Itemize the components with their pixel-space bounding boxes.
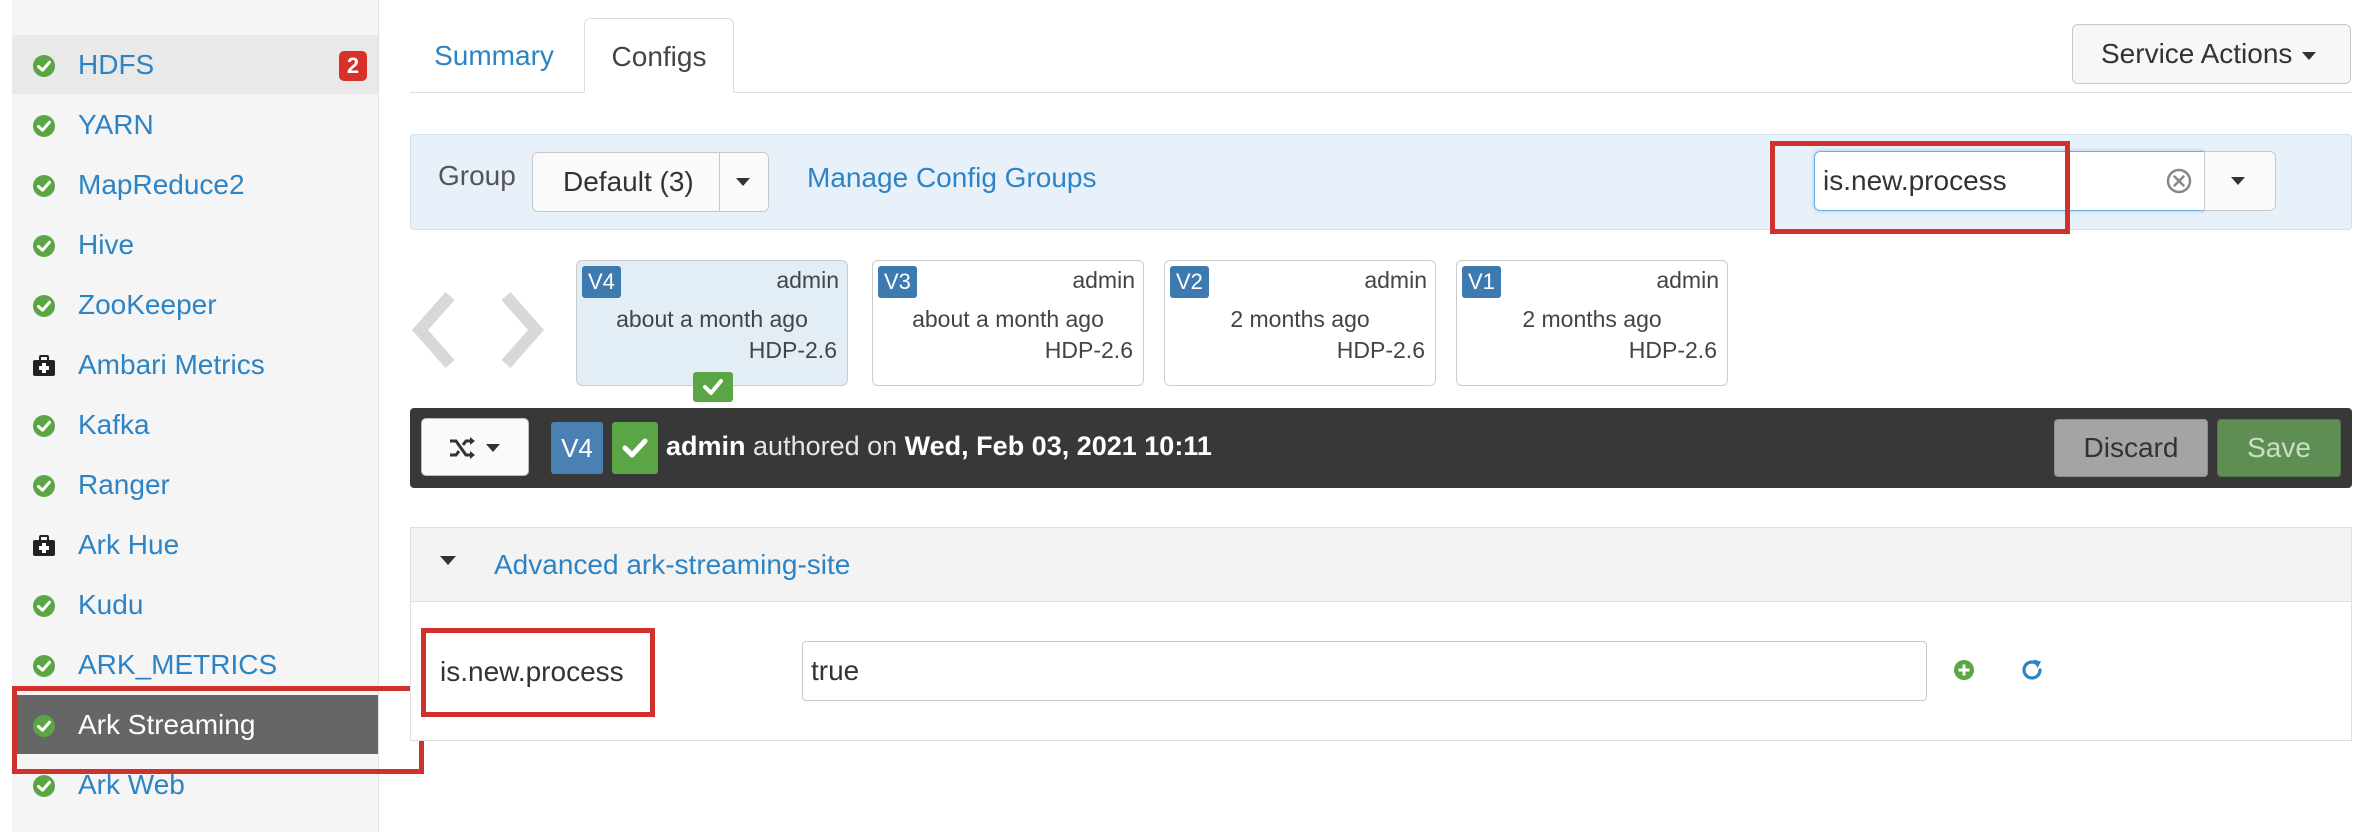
filter-dropdown-toggle[interactable]	[2204, 151, 2276, 211]
check-circle-icon	[33, 55, 55, 77]
chevron-right-icon[interactable]	[496, 290, 546, 370]
sidebar-item-hive[interactable]: Hive	[12, 215, 378, 274]
sidebar-item-label: Kafka	[78, 409, 150, 440]
chevron-down-icon	[2231, 177, 2245, 185]
version-stack: HDP-2.6	[1628, 337, 1717, 363]
chevron-down-icon	[486, 444, 500, 452]
sidebar-item-mapreduce2[interactable]: MapReduce2	[12, 155, 378, 214]
version-tag: V4	[582, 266, 621, 298]
discard-button[interactable]: Discard	[2054, 419, 2208, 477]
highlight-box-property	[421, 628, 655, 717]
version-author: admin	[1364, 267, 1427, 293]
version-tag: V3	[878, 266, 917, 298]
add-override-icon[interactable]	[1953, 659, 1975, 681]
alert-count-badge[interactable]: 2	[339, 51, 367, 81]
version-time: 2 months ago	[1522, 306, 1662, 332]
version-stack: HDP-2.6	[1336, 337, 1425, 363]
save-button[interactable]: Save	[2217, 419, 2341, 477]
check-circle-icon	[33, 595, 55, 617]
version-time: 2 months ago	[1230, 306, 1370, 332]
authored-date: Wed, Feb 03, 2021 10:11	[904, 431, 1212, 461]
check-circle-icon	[33, 295, 55, 317]
sidebar-item-zookeeper[interactable]: ZooKeeper	[12, 275, 378, 334]
version-card-v3[interactable]: V3 admin about a month ago HDP-2.6	[872, 260, 1144, 386]
medkit-icon	[33, 355, 55, 376]
group-dropdown-toggle[interactable]	[719, 152, 769, 212]
version-author: admin	[1072, 267, 1135, 293]
clear-search-icon[interactable]	[2166, 168, 2192, 194]
sidebar-item-label: Kudu	[78, 589, 144, 620]
sidebar-item-kafka[interactable]: Kafka	[12, 395, 378, 454]
sidebar-item-ranger[interactable]: Ranger	[12, 455, 378, 514]
check-circle-icon	[33, 775, 55, 797]
check-circle-icon	[33, 115, 55, 137]
authored-on-label: authored on	[753, 431, 898, 461]
service-actions-button[interactable]: Service Actions	[2072, 24, 2351, 84]
version-stack: HDP-2.6	[748, 337, 837, 363]
current-version-tag: V4	[551, 422, 603, 474]
version-author: admin	[776, 267, 839, 293]
current-version-check-icon	[693, 372, 733, 402]
check-icon	[612, 422, 658, 474]
sidebar-item-kudu[interactable]: Kudu	[12, 575, 378, 634]
compare-versions-button[interactable]	[421, 418, 529, 476]
sidebar-item-label: MapReduce2	[78, 169, 245, 200]
version-time: about a month ago	[912, 306, 1104, 332]
check-circle-icon	[33, 175, 55, 197]
highlight-box-search	[1770, 141, 2070, 234]
sidebar-item-label: YARN	[78, 109, 154, 140]
chevron-left-icon[interactable]	[410, 290, 460, 370]
sidebar-item-yarn[interactable]: YARN	[12, 95, 378, 154]
author-name: admin	[666, 431, 746, 461]
sidebar-item-label: Ranger	[78, 469, 170, 500]
sidebar-item-label: HDFS	[78, 49, 155, 80]
sidebar-item-label: ZooKeeper	[78, 289, 217, 320]
sidebar-item-ark-hue[interactable]: Ark Hue	[12, 515, 378, 574]
tab-configs[interactable]: Configs	[584, 18, 734, 93]
group-select[interactable]: Default (3)	[532, 152, 720, 212]
refresh-icon[interactable]	[2019, 657, 2045, 683]
manage-config-groups-link[interactable]: Manage Config Groups	[807, 162, 1097, 194]
shuffle-icon	[450, 437, 475, 459]
check-circle-icon	[33, 655, 55, 677]
property-value-input[interactable]: true	[802, 641, 1927, 701]
sidebar-item-hdfs[interactable]: HDFS 2	[12, 35, 378, 94]
version-card-v2[interactable]: V2 admin 2 months ago HDP-2.6	[1164, 260, 1436, 386]
authored-info-text: admin authored on Wed, Feb 03, 2021 10:1…	[666, 431, 1212, 462]
version-tag: V1	[1462, 266, 1501, 298]
check-circle-icon	[33, 475, 55, 497]
medkit-icon	[33, 535, 55, 556]
highlight-box-sidebar	[12, 686, 424, 774]
sidebar-item-ambari-metrics[interactable]: Ambari Metrics	[12, 335, 378, 394]
check-circle-icon	[33, 235, 55, 257]
section-title[interactable]: Advanced ark-streaming-site	[494, 549, 850, 581]
version-stack: HDP-2.6	[1044, 337, 1133, 363]
version-time: about a month ago	[616, 306, 808, 332]
chevron-down-icon	[736, 178, 750, 186]
caret-down-icon[interactable]	[440, 556, 456, 565]
version-author: admin	[1656, 267, 1719, 293]
check-circle-icon	[33, 415, 55, 437]
sidebar-item-label: Ark Hue	[78, 529, 180, 560]
service-actions-label: Service Actions	[2101, 38, 2293, 69]
sidebar-item-label: Ambari Metrics	[78, 349, 265, 380]
version-card-v4[interactable]: V4 admin about a month ago HDP-2.6	[576, 260, 848, 386]
tab-summary[interactable]: Summary	[410, 18, 578, 93]
chevron-down-icon	[2302, 51, 2317, 60]
sidebar-item-label: Hive	[78, 229, 135, 260]
version-tag: V2	[1170, 266, 1209, 298]
group-label: Group	[438, 160, 516, 191]
version-card-v1[interactable]: V1 admin 2 months ago HDP-2.6	[1456, 260, 1728, 386]
